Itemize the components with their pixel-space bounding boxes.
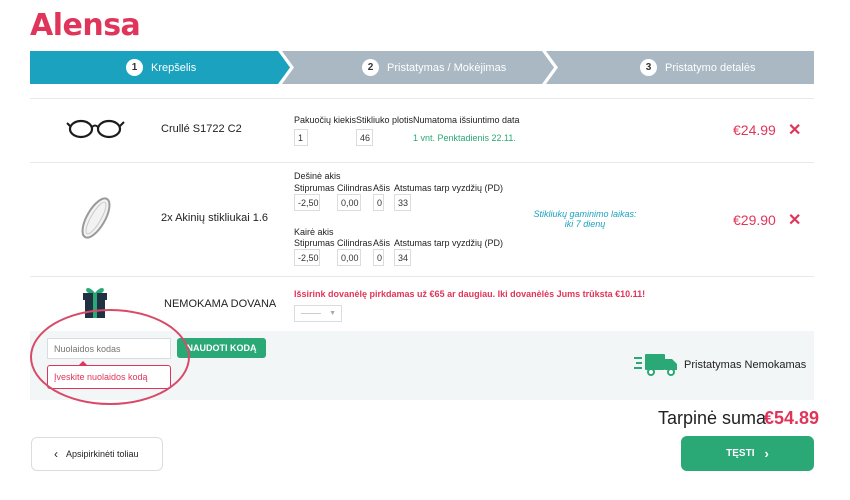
- gift-title: NEMOKAMA DOVANA: [164, 298, 277, 310]
- right-pd-value: 33: [394, 194, 411, 211]
- axis-header: Ašis: [373, 238, 391, 248]
- step-delivery-payment[interactable]: 2 Pristatymas / Mokėjimas: [282, 51, 554, 84]
- close-icon: ✕: [788, 212, 802, 229]
- product-name[interactable]: 2x Akinių stikliukai 1.6: [161, 212, 268, 224]
- power-header: Stiprumas: [294, 183, 335, 193]
- free-delivery-label: Pristatymas Nemokamas: [684, 359, 807, 371]
- chevron-down-icon: ▼: [329, 310, 336, 317]
- step-number: 3: [640, 59, 657, 76]
- step-label: Krepšelis: [151, 61, 197, 74]
- step-number: 1: [126, 59, 143, 76]
- chevron-left-icon: ‹: [54, 447, 58, 461]
- continue-checkout-button[interactable]: TĘSTI ›: [681, 436, 814, 471]
- cart-page: Alensa 1 Krepšelis 2 Pristatymas / Mokėj…: [0, 0, 850, 500]
- apply-coupon-button[interactable]: NAUDOTI KODĄ: [177, 338, 266, 358]
- cylinder-header: Cilindras: [337, 183, 373, 193]
- step-label: Pristatymas / Mokėjimas: [387, 61, 507, 74]
- production-note: Stikliukų gaminimo laikas: iki 7 dienų: [533, 209, 637, 229]
- product-name[interactable]: Crullé S1722 C2: [161, 123, 242, 135]
- pack-qty-value: 1: [294, 129, 308, 146]
- item-price: €24.99: [733, 122, 776, 138]
- right-eye-title: Dešinė akis: [294, 171, 341, 181]
- annotation-ellipse: [30, 309, 190, 405]
- left-axis-value: 0: [373, 249, 384, 266]
- right-power-value: -2,50: [294, 194, 320, 211]
- pd-header: Atstumas tarp vyzdžių (PD): [394, 238, 504, 248]
- left-eye-title: Kairė akis: [294, 227, 334, 237]
- continue-shopping-button[interactable]: ‹ Apsipirkinėti toliau: [31, 437, 163, 471]
- cylinder-header: Cilindras: [337, 238, 373, 248]
- item-price: €29.90: [733, 212, 776, 228]
- step-cart[interactable]: 1 Krepšelis: [30, 51, 290, 84]
- left-cylinder-value: 0,00: [337, 249, 361, 266]
- subtotal-value: €54.89: [764, 408, 820, 428]
- gift-message: Išsirink dovanėlę pirkdamas už €65 ar da…: [294, 289, 646, 299]
- gift-select[interactable]: ▼: [294, 305, 342, 322]
- select-placeholder: [301, 313, 321, 314]
- checkout-steps: 1 Krepšelis 2 Pristatymas / Mokėjimas 3 …: [30, 51, 814, 84]
- left-pd-value: 34: [394, 249, 411, 266]
- alensa-logo[interactable]: Alensa: [30, 8, 141, 43]
- subtotal-label: Tarpinė suma: [658, 408, 767, 428]
- lens-icon: [81, 197, 111, 239]
- remove-item-button[interactable]: ✕: [788, 213, 801, 229]
- lens-width-value: 46: [356, 129, 373, 146]
- glasses-icon: [66, 119, 125, 139]
- right-axis-value: 0: [373, 194, 384, 211]
- step-label: Pristatymo detalės: [665, 61, 756, 74]
- close-icon: ✕: [788, 122, 802, 139]
- lens-width-header: Stikliuko plotis: [356, 115, 414, 125]
- divider: [30, 162, 814, 163]
- step-number: 2: [362, 59, 379, 76]
- left-power-value: -2,50: [294, 249, 320, 266]
- axis-header: Ašis: [373, 183, 391, 193]
- ship-date-header: Numatoma išsiuntimo data: [413, 115, 520, 125]
- divider: [30, 98, 814, 99]
- chevron-right-icon: ›: [764, 446, 769, 461]
- pd-header: Atstumas tarp vyzdžių (PD): [394, 183, 504, 193]
- pack-qty-header: Pakuočių kiekis: [294, 115, 357, 125]
- power-header: Stiprumas: [294, 238, 335, 248]
- remove-item-button[interactable]: ✕: [788, 123, 801, 139]
- truck-icon: [634, 354, 677, 376]
- divider: [30, 276, 814, 277]
- step-delivery-details[interactable]: 3 Pristatymo detalės: [546, 51, 814, 84]
- right-cylinder-value: 0,00: [337, 194, 361, 211]
- continue-checkout-label: TĘSTI: [726, 448, 755, 459]
- ship-date-value: 1 vnt. Penktadienis 22.11.: [413, 133, 516, 143]
- continue-shopping-label: Apsipirkinėti toliau: [66, 449, 139, 459]
